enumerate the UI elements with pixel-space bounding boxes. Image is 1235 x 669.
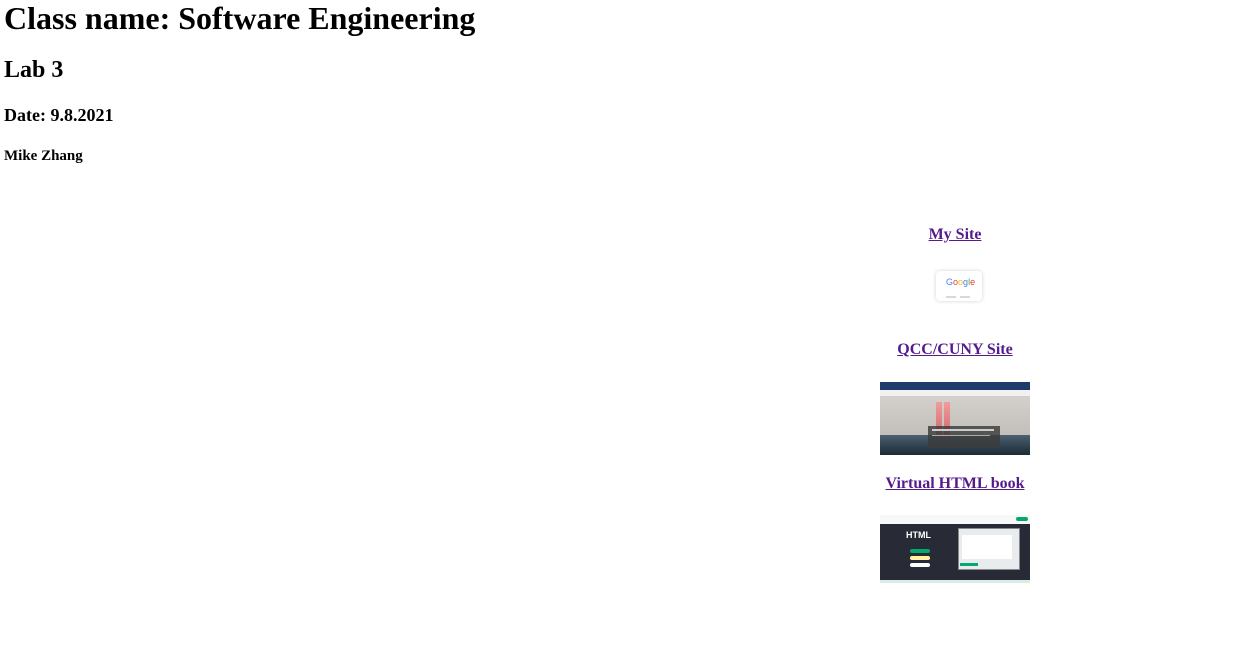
google-button xyxy=(960,296,970,298)
page: Class name: Software Engineering Lab 3 D… xyxy=(0,0,1235,669)
w3-tutorial-pill xyxy=(910,549,930,553)
html-book-heading: Virtual HTML book xyxy=(840,475,1070,493)
author-heading: Mike Zhang xyxy=(4,148,83,164)
lab-heading: Lab 3 xyxy=(4,57,64,83)
my-site-thumbnail-link[interactable]: Google xyxy=(880,268,1030,304)
date-heading: Date: 9.8.2021 xyxy=(4,105,114,125)
w3-signup-button xyxy=(1016,517,1028,521)
caption-line xyxy=(932,429,994,431)
w3-nav-bar xyxy=(880,515,1030,524)
qcc-nav-bar xyxy=(880,382,1030,390)
w3-footer-strip xyxy=(880,580,1030,583)
qcc-site-link[interactable]: QCC/CUNY Site xyxy=(897,341,1012,358)
html-book-thumbnail-link[interactable]: HTML xyxy=(880,515,1030,583)
qcc-site-heading: QCC/CUNY Site xyxy=(840,341,1070,359)
qcc-sub-nav xyxy=(880,390,1030,396)
google-button xyxy=(946,296,956,298)
w3-example-code xyxy=(962,535,1012,559)
caption-line xyxy=(932,435,990,436)
html-book-link[interactable]: Virtual HTML book xyxy=(886,475,1025,492)
w3-html-title: HTML xyxy=(906,530,931,540)
w3-try-button xyxy=(960,563,978,566)
google-logo: Google xyxy=(946,277,976,287)
class-name-heading: Class name: Software Engineering xyxy=(4,0,476,36)
qcc-site-thumbnail-link[interactable] xyxy=(880,382,1030,455)
my-site-link[interactable]: My Site xyxy=(929,226,982,243)
my-site-heading: My Site xyxy=(840,226,1070,244)
w3-reference-pill xyxy=(910,556,930,560)
w3-certificate-pill xyxy=(910,563,930,567)
